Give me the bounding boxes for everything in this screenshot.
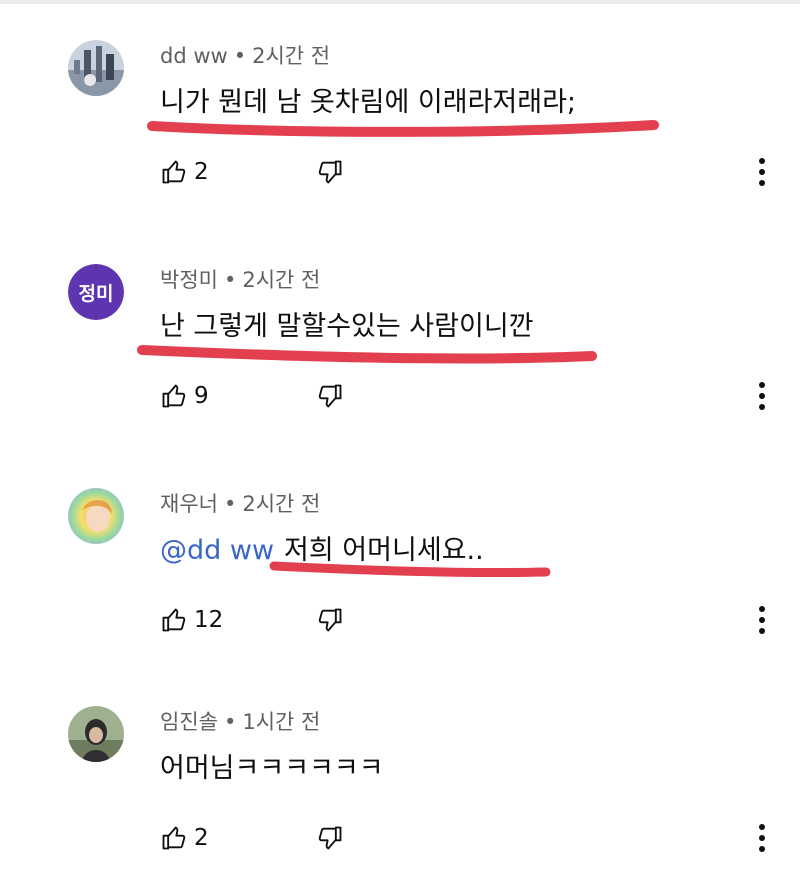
comment-meta: 박정미 • 2시간 전 bbox=[160, 264, 320, 294]
more-options-button[interactable] bbox=[752, 601, 772, 639]
more-options-button[interactable] bbox=[752, 377, 772, 415]
more-options-button[interactable] bbox=[752, 153, 772, 191]
avatar[interactable]: 정미 bbox=[68, 264, 124, 320]
mention-link[interactable]: @dd ww bbox=[160, 535, 274, 566]
more-options-button[interactable] bbox=[752, 819, 772, 857]
avatar[interactable] bbox=[68, 706, 124, 762]
like-count: 9 bbox=[194, 383, 209, 409]
author-name[interactable]: 박정미 bbox=[160, 268, 218, 292]
like-button[interactable]: 9 bbox=[160, 382, 256, 410]
comment-meta: dd ww • 2시간 전 bbox=[160, 40, 330, 70]
comment-actions: 2 bbox=[160, 818, 344, 858]
dislike-button[interactable] bbox=[316, 824, 344, 852]
like-count: 2 bbox=[194, 159, 209, 185]
highlight-underline bbox=[147, 120, 659, 137]
comment-item: 재우너 • 2시간 전 @dd ww 저희 어머니세요.. 12 bbox=[0, 448, 800, 658]
photo-avatar-icon bbox=[68, 706, 124, 762]
avatar[interactable] bbox=[68, 488, 124, 544]
meta-separator: • bbox=[233, 44, 247, 68]
like-button[interactable]: 2 bbox=[160, 824, 256, 852]
comment-time[interactable]: 2시간 전 bbox=[242, 492, 320, 516]
comment-meta: 임진솔 • 1시간 전 bbox=[160, 706, 320, 736]
comment-text: 어머님ㅋㅋㅋㅋㅋㅋ bbox=[160, 753, 384, 784]
dislike-button[interactable] bbox=[316, 606, 344, 634]
comment-item: 임진솔 • 1시간 전 어머님ㅋㅋㅋㅋㅋㅋ 2 bbox=[0, 666, 800, 876]
thumbs-down-icon bbox=[318, 384, 342, 408]
comment-time[interactable]: 1시간 전 bbox=[242, 710, 320, 734]
comment-actions: 12 bbox=[160, 600, 344, 640]
like-button[interactable]: 2 bbox=[160, 158, 256, 186]
like-count: 12 bbox=[194, 607, 224, 633]
highlight-underline bbox=[137, 345, 597, 364]
avatar-initials: 정미 bbox=[68, 264, 124, 320]
comment-time[interactable]: 2시간 전 bbox=[242, 268, 320, 292]
comment-time[interactable]: 2시간 전 bbox=[252, 44, 330, 68]
meta-separator: • bbox=[223, 492, 237, 516]
more-vertical-icon bbox=[759, 824, 765, 852]
comment-actions: 2 bbox=[160, 152, 344, 192]
meta-separator: • bbox=[223, 710, 237, 734]
comment-item: dd ww • 2시간 전 니가 뭔데 남 옷차림에 이래라저래라; 2 bbox=[0, 0, 800, 210]
author-name[interactable]: dd ww bbox=[160, 44, 228, 68]
dislike-button[interactable] bbox=[316, 382, 344, 410]
like-count: 2 bbox=[194, 825, 209, 851]
photo-avatar-icon bbox=[68, 488, 124, 544]
comment-item: 정미 박정미 • 2시간 전 난 그렇게 말할수있는 사람이니깐 9 bbox=[0, 224, 800, 434]
comment-meta: 재우너 • 2시간 전 bbox=[160, 488, 320, 518]
author-name[interactable]: 임진솔 bbox=[160, 710, 218, 734]
thumbs-up-icon bbox=[162, 384, 186, 408]
thumbs-up-icon bbox=[162, 608, 186, 632]
highlight-underline bbox=[269, 561, 551, 578]
thumbs-up-icon bbox=[162, 826, 186, 850]
comment-actions: 9 bbox=[160, 376, 344, 416]
meta-separator: • bbox=[223, 268, 237, 292]
more-vertical-icon bbox=[759, 158, 765, 186]
thumbs-up-icon bbox=[162, 160, 186, 184]
like-button[interactable]: 12 bbox=[160, 606, 256, 634]
more-vertical-icon bbox=[759, 606, 765, 634]
photo-avatar-icon bbox=[68, 40, 124, 96]
comment-text: 난 그렇게 말할수있는 사람이니깐 bbox=[160, 311, 534, 342]
author-name[interactable]: 재우너 bbox=[160, 492, 218, 516]
thumbs-down-icon bbox=[318, 826, 342, 850]
more-vertical-icon bbox=[759, 382, 765, 410]
thumbs-down-icon bbox=[318, 608, 342, 632]
dislike-button[interactable] bbox=[316, 158, 344, 186]
avatar[interactable] bbox=[68, 40, 124, 96]
thumbs-down-icon bbox=[318, 160, 342, 184]
